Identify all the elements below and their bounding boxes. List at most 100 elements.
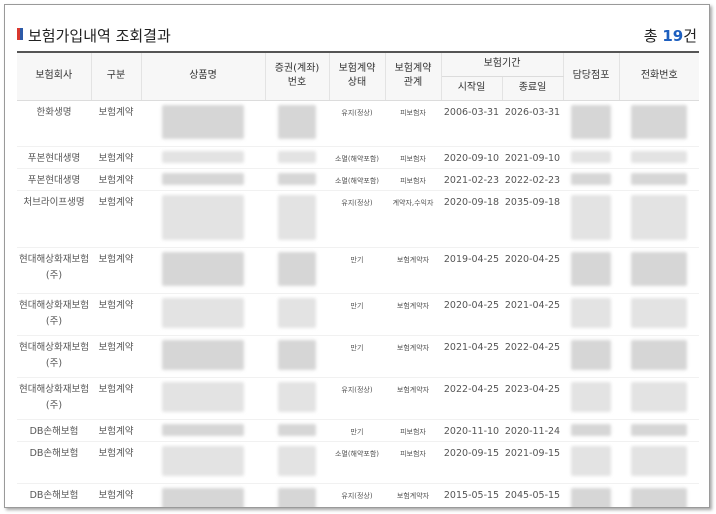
total-count: 총 19건 <box>643 27 697 45</box>
cell-end: 2022-02-23 <box>502 168 563 191</box>
redacted-block <box>278 194 316 240</box>
redacted-block <box>162 104 244 139</box>
cell-end: 2045-05-15 <box>502 483 563 507</box>
redacted-block <box>162 194 244 240</box>
title-marker-icon <box>17 28 23 40</box>
cell-start: 2020-09-15 <box>441 441 502 484</box>
redacted-block <box>162 339 244 370</box>
redacted-block <box>162 445 244 476</box>
table-row: 한화생명 보험계약 유지(정상) 피보험자 2006-03-31 2026-03-31 <box>17 100 699 147</box>
cell-relation: 보험계약자 <box>385 377 441 420</box>
table-row: 현대해상화재보험(주) 보험계약 만기 보험계약자 2020-04-25 2021-04-… <box>17 293 699 336</box>
cell-company: DB손해보험 <box>17 419 91 442</box>
redacted-block <box>571 445 611 476</box>
cell-branch <box>563 168 619 191</box>
cell-branch <box>563 483 619 507</box>
cell-product <box>141 483 265 507</box>
redacted-block <box>571 297 611 328</box>
table-row: DB손해보험 보험계약 만기 피보험자 2020-11-10 2020-11-24 <box>17 419 699 442</box>
cell-policy-no <box>265 293 329 336</box>
cell-kind: 보험계약 <box>91 335 141 378</box>
cell-phone <box>619 377 699 420</box>
cell-company: 처브라이프생명 <box>17 190 91 248</box>
cell-company: DB손해보험 <box>17 483 91 507</box>
redacted-block <box>162 297 244 328</box>
cell-policy-no <box>265 247 329 294</box>
cell-relation: 계약자,수익자 <box>385 190 441 248</box>
redacted-block <box>631 297 687 328</box>
cell-relation: 피보험자 <box>385 419 441 442</box>
cell-branch <box>563 100 619 147</box>
redacted-block <box>162 150 244 163</box>
cell-company: 한화생명 <box>17 100 91 147</box>
table-row: 현대해상화재보험(주) 보험계약 만기 보험계약자 2021-04-25 2022-04-… <box>17 335 699 378</box>
table-row: DB손해보험 보험계약 소멸(해약포함) 피보험자 2020-09-15 2021-09-… <box>17 441 699 484</box>
total-count-number: 19 <box>662 27 684 45</box>
cell-end: 2023-04-25 <box>502 377 563 420</box>
cell-start: 2021-04-25 <box>441 335 502 378</box>
cell-start: 2020-09-18 <box>441 190 502 248</box>
cell-kind: 보험계약 <box>91 441 141 484</box>
redacted-block <box>571 339 611 370</box>
col-status: 보험계약 상태 <box>329 51 386 101</box>
table-row: 처브라이프생명 보험계약 유지(정상) 계약자,수익자 2020-09-18 2035-0… <box>17 190 699 248</box>
cell-relation: 보험계약자 <box>385 247 441 294</box>
redacted-block <box>631 339 687 370</box>
cell-kind: 보험계약 <box>91 100 141 147</box>
cell-policy-no <box>265 483 329 507</box>
cell-end: 2021-09-15 <box>502 441 563 484</box>
cell-status: 유지(정상) <box>329 483 385 507</box>
cell-relation: 보험계약자 <box>385 293 441 336</box>
cell-policy-no <box>265 146 329 169</box>
cell-company: 현대해상화재보험(주) <box>17 335 91 378</box>
cell-end: 2022-04-25 <box>502 335 563 378</box>
col-product: 상품명 <box>141 51 266 101</box>
cell-product <box>141 377 265 420</box>
table-row: 현대해상화재보험(주) 보험계약 유지(정상) 보험계약자 2022-04-25 2023… <box>17 377 699 420</box>
cell-product <box>141 100 265 147</box>
cell-end: 2035-09-18 <box>502 190 563 248</box>
cell-kind: 보험계약 <box>91 190 141 248</box>
table-row: 푸본현대생명 보험계약 소멸(해약포함) 피보험자 2021-02-23 2022-02-… <box>17 168 699 191</box>
redacted-block <box>631 445 687 476</box>
redacted-block <box>278 423 316 436</box>
cell-branch <box>563 377 619 420</box>
redacted-block <box>278 251 316 286</box>
redacted-block <box>571 150 611 163</box>
redacted-block <box>278 104 316 139</box>
col-policy-no: 증권(계좌) 번호 <box>265 51 330 101</box>
cell-product <box>141 293 265 336</box>
cell-phone <box>619 146 699 169</box>
cell-start: 2006-03-31 <box>441 100 502 147</box>
redacted-block <box>571 194 611 240</box>
cell-company: 현대해상화재보험(주) <box>17 247 91 294</box>
cell-status: 소멸(해약포함) <box>329 441 385 484</box>
cell-relation: 피보험자 <box>385 146 441 169</box>
cell-status: 유지(정상) <box>329 377 385 420</box>
cell-phone <box>619 483 699 507</box>
redacted-block <box>631 194 687 240</box>
redacted-block <box>571 423 611 436</box>
redacted-block <box>571 487 611 507</box>
results-header: 보험가입내역 조회결과 총 19건 <box>17 23 697 47</box>
cell-company: 현대해상화재보험(주) <box>17 293 91 336</box>
cell-start: 2019-04-25 <box>441 247 502 294</box>
redacted-block <box>631 251 687 286</box>
redacted-block <box>631 381 687 412</box>
cell-start: 2020-04-25 <box>441 293 502 336</box>
cell-status: 소멸(해약포함) <box>329 146 385 169</box>
cell-policy-no <box>265 190 329 248</box>
cell-company: DB손해보험 <box>17 441 91 484</box>
cell-start: 2020-09-10 <box>441 146 502 169</box>
redacted-block <box>571 172 611 185</box>
cell-phone <box>619 441 699 484</box>
cell-status: 유지(정상) <box>329 190 385 248</box>
cell-status: 소멸(해약포함) <box>329 168 385 191</box>
cell-policy-no <box>265 441 329 484</box>
cell-branch <box>563 247 619 294</box>
cell-branch <box>563 419 619 442</box>
redacted-block <box>631 423 687 436</box>
redacted-block <box>162 423 244 436</box>
cell-product <box>141 146 265 169</box>
col-period: 보험기간 <box>441 51 564 77</box>
